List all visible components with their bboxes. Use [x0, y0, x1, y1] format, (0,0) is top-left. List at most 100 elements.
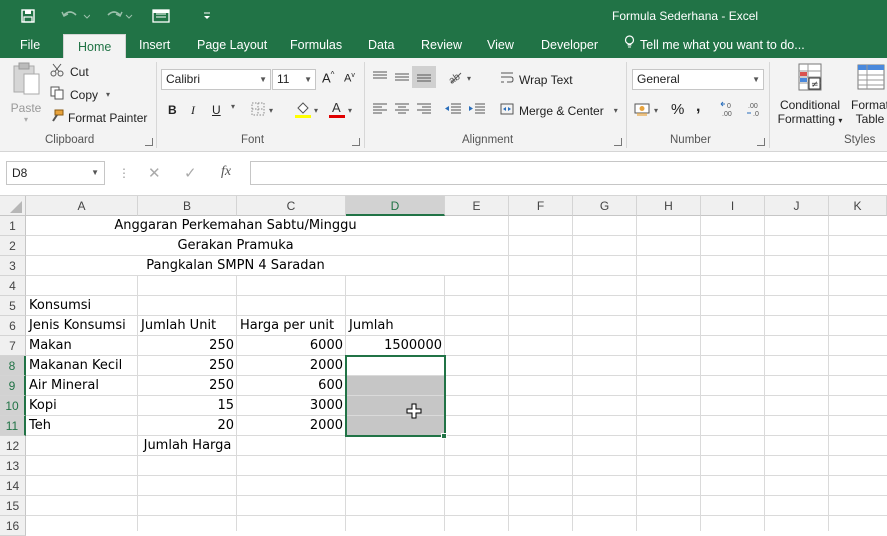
orientation-button[interactable]: ab ▾	[447, 69, 471, 88]
decrease-indent-button[interactable]	[444, 102, 462, 119]
formula-input[interactable]	[250, 161, 887, 185]
column-header-b[interactable]: B	[138, 196, 237, 216]
fill-color-button[interactable]: ▾	[294, 100, 318, 121]
middle-align-button[interactable]	[394, 70, 410, 87]
row-header-3[interactable]: 3	[0, 256, 26, 276]
select-all-corner[interactable]	[0, 196, 26, 216]
column-header-j[interactable]: J	[765, 196, 829, 216]
wrap-text-button[interactable]: Wrap Text	[500, 71, 573, 88]
tab-data[interactable]: Data	[366, 32, 396, 58]
font-color-button[interactable]: A ▾	[328, 100, 352, 121]
cell-a8[interactable]: Makanan Kecil	[26, 356, 138, 376]
cell-c8[interactable]: 2000	[237, 356, 346, 376]
cell-a10[interactable]: Kopi	[26, 396, 138, 416]
increase-font-size-button[interactable]: A^	[322, 70, 334, 85]
row-header-10[interactable]: 10	[0, 396, 26, 416]
tab-home[interactable]: Home	[63, 34, 127, 58]
column-header-i[interactable]: I	[701, 196, 765, 216]
tell-me-search[interactable]: Tell me what you want to do...	[622, 32, 807, 58]
cell-c9[interactable]: 600	[237, 376, 346, 396]
borders-button[interactable]: ▾	[251, 102, 273, 119]
column-header-a[interactable]: A	[26, 196, 138, 216]
bold-button[interactable]: B	[168, 103, 177, 117]
column-header-k[interactable]: K	[829, 196, 887, 216]
cell-d6[interactable]: Jumlah	[346, 316, 445, 336]
increase-decimal-button[interactable]: 0.00	[720, 100, 740, 121]
fill-handle[interactable]	[441, 433, 447, 439]
align-left-button[interactable]	[372, 103, 388, 118]
cell-b11[interactable]: 20	[138, 416, 237, 436]
formula-bar-grip-icon[interactable]: ⋮	[118, 165, 130, 181]
cell-c6[interactable]: Harga per unit	[237, 316, 346, 336]
tab-developer[interactable]: Developer	[539, 32, 600, 58]
copy-dropdown-icon[interactable]: ▾	[106, 90, 110, 99]
customize-quick-access-icon[interactable]	[200, 6, 214, 26]
cell-a9[interactable]: Air Mineral	[26, 376, 138, 396]
name-box[interactable]: D8 ▼	[6, 161, 105, 185]
number-launcher-icon[interactable]	[757, 138, 765, 146]
cell-b12[interactable]: Jumlah Harga	[138, 436, 237, 456]
undo-icon[interactable]	[58, 6, 92, 26]
merge-center-button[interactable]: Merge & Center ▾	[500, 102, 618, 119]
font-size-select[interactable]: 11 ▼	[272, 69, 316, 90]
align-right-button[interactable]	[416, 103, 432, 118]
enter-check-icon[interactable]: ✓	[184, 164, 197, 182]
cell-title-2[interactable]: Gerakan Pramuka	[26, 236, 445, 255]
column-header-h[interactable]: H	[637, 196, 701, 216]
form-icon[interactable]	[150, 6, 172, 26]
conditional-formatting-button[interactable]: ≠ Conditional Formatting ▾	[776, 62, 844, 126]
cell-c11[interactable]: 2000	[237, 416, 346, 436]
column-header-c[interactable]: C	[237, 196, 346, 216]
tab-page-layout[interactable]: Page Layout	[195, 32, 269, 58]
alignment-launcher-icon[interactable]	[614, 138, 622, 146]
row-header-4[interactable]: 4	[0, 276, 26, 296]
redo-icon[interactable]	[104, 6, 138, 26]
cell-a6[interactable]: Jenis Konsumsi	[26, 316, 138, 336]
column-header-g[interactable]: G	[573, 196, 637, 216]
italic-button[interactable]: I	[191, 103, 195, 118]
cell-d7[interactable]: 1500000	[346, 336, 445, 356]
copy-button[interactable]: Copy ▾	[50, 86, 110, 103]
bottom-align-button[interactable]	[412, 66, 436, 88]
paste-button[interactable]: Paste ▾	[8, 62, 44, 124]
tab-review[interactable]: Review	[419, 32, 464, 58]
row-header-15[interactable]: 15	[0, 496, 26, 516]
underline-button[interactable]: U	[212, 103, 221, 117]
format-painter-button[interactable]: Format Painter	[50, 109, 147, 126]
cut-button[interactable]: Cut	[50, 63, 89, 80]
top-align-button[interactable]	[372, 70, 388, 87]
cell-b10[interactable]: 15	[138, 396, 237, 416]
row-header-16[interactable]: 16	[0, 516, 26, 536]
cell-b8[interactable]: 250	[138, 356, 237, 376]
format-as-table-button[interactable]: Format Table	[846, 62, 887, 126]
row-header-9[interactable]: 9	[0, 376, 26, 396]
cell-title-3[interactable]: Pangkalan SMPN 4 Saradan	[26, 256, 445, 275]
cell-title-1[interactable]: Anggaran Perkemahan Sabtu/Minggu	[26, 216, 445, 235]
row-header-5[interactable]: 5	[0, 296, 26, 316]
row-header-8[interactable]: 8	[0, 356, 26, 376]
cell-b9[interactable]: 250	[138, 376, 237, 396]
cancel-icon[interactable]: ✕	[148, 164, 161, 182]
comma-style-button[interactable]: ,	[696, 98, 700, 116]
cell-b7[interactable]: 250	[138, 336, 237, 356]
row-header-14[interactable]: 14	[0, 476, 26, 496]
align-center-button[interactable]	[394, 103, 410, 118]
accounting-format-button[interactable]: ▾	[634, 101, 658, 120]
tab-insert[interactable]: Insert	[137, 32, 172, 58]
underline-dropdown-icon[interactable]: ▾	[231, 102, 235, 111]
column-header-d[interactable]: D	[346, 196, 445, 216]
row-header-2[interactable]: 2	[0, 236, 26, 256]
number-format-select[interactable]: General ▼	[632, 69, 764, 90]
row-header-11[interactable]: 11	[0, 416, 26, 436]
cell-c7[interactable]: 6000	[237, 336, 346, 356]
cell-a11[interactable]: Teh	[26, 416, 138, 436]
clipboard-launcher-icon[interactable]	[145, 138, 153, 146]
font-name-select[interactable]: Calibri ▼	[161, 69, 271, 90]
column-header-f[interactable]: F	[509, 196, 573, 216]
merge-center-dropdown-icon[interactable]: ▾	[614, 106, 618, 115]
cell-b6[interactable]: Jumlah Unit	[138, 316, 237, 336]
decrease-font-size-button[interactable]: Av	[344, 72, 355, 85]
worksheet-grid[interactable]: A B C D E F G H I J K 1 2 3 4 5 6 7 8 9 …	[0, 196, 887, 536]
tab-file[interactable]: File	[18, 32, 42, 58]
row-header-1[interactable]: 1	[0, 216, 26, 236]
